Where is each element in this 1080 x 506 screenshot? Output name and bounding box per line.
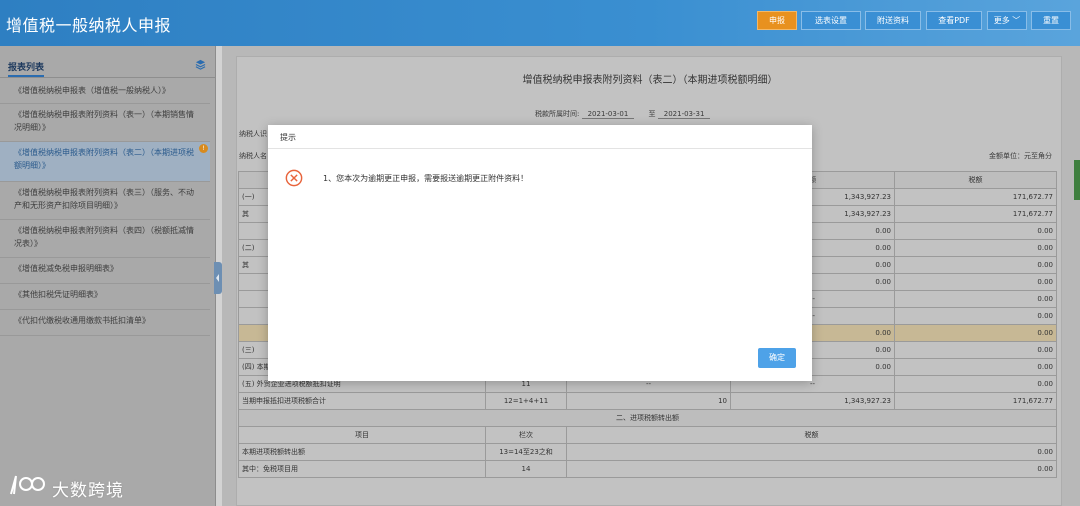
sidebar-item-other-vouchers[interactable]: 《其他扣税凭证明细表》 (0, 284, 210, 310)
cell-tax[interactable]: 171,672.77 (894, 392, 1058, 410)
cell-tax[interactable]: 0.00 (894, 307, 1058, 325)
cell-tax[interactable]: 0.00 (894, 239, 1058, 257)
more-button[interactable]: 更多 ﹀ (987, 11, 1027, 30)
watermark-logo-icon (10, 475, 45, 495)
cell-tax[interactable]: 0.00 (894, 358, 1058, 376)
amount-unit: 金额单位：元至角分 (989, 152, 1052, 160)
warning-badge: ! (199, 144, 208, 153)
section-2-title: 二、进项税额转出额 (237, 409, 1058, 427)
table-row: 本期进项税额转出额 13=14至23之和 0.00 (238, 443, 1058, 461)
cell-col: 13=14至23之和 (485, 443, 567, 461)
period-label: 税款所属时间: (535, 110, 580, 118)
table-row: 其中：免税项目用 14 0.00 (238, 460, 1058, 478)
cell-tax[interactable]: 0.00 (565, 443, 1058, 461)
cell-tax[interactable]: 0.00 (894, 256, 1058, 274)
error-icon (285, 169, 303, 187)
cell-tax[interactable]: 0.00 (894, 341, 1058, 359)
sidebar-item-main-return[interactable]: 《增值税纳税申报表（增值税一般纳税人）》 (0, 80, 210, 104)
cell-amount[interactable]: 1,343,927.23 (730, 392, 896, 410)
section-2-header-row: 项目 栏次 税额 (238, 426, 1058, 444)
sidebar-item-schedule-4[interactable]: 《增值税纳税申报表附列资料（表四）（税额抵减情况表）》 (0, 220, 210, 258)
cell-tax[interactable]: 0.00 (894, 324, 1058, 342)
cell-item: 其中：免税项目用 (238, 460, 486, 478)
sidebar-title: 报表列表 (8, 60, 45, 77)
period-start-field[interactable]: 2021-03-01 (581, 110, 635, 119)
cell-tax[interactable]: 171,672.77 (894, 188, 1058, 206)
cell-tax[interactable]: 0.00 (894, 290, 1058, 308)
declare-button[interactable]: 申报 (757, 11, 797, 30)
period-end-field[interactable]: 2021-03-31 (657, 110, 711, 119)
tax-period: 税款所属时间: 2021-03-01 至 2021-03-31 (535, 109, 711, 119)
section-2-row: 二、进项税额转出额 (237, 409, 1058, 427)
cell-col: 12=1+4+11 (485, 392, 567, 410)
header-tax: 税额 (894, 171, 1058, 189)
sidebar-item-schedule-3[interactable]: 《增值税纳税申报表附列资料（表三）（服务、不动产和无形资产扣除项目明细）》 (0, 182, 210, 220)
select-forms-button[interactable]: 选表设置 (801, 11, 861, 30)
cell-tax[interactable]: 0.00 (894, 222, 1058, 240)
form-title: 增值税纳税申报表附列资料（表二）（本期进项税额明细） (522, 75, 778, 86)
view-pdf-button[interactable]: 查看PDF (926, 11, 982, 30)
sidebar-item-withholding[interactable]: 《代扣代缴税收通用缴款书抵扣清单》 (0, 310, 210, 336)
sidebar-item-schedule-1[interactable]: 《增值税纳税申报表附列资料（表一）（本期销售情况明细）》 (0, 104, 210, 142)
period-separator: 至 (648, 110, 656, 118)
cell-item: 当期申报抵扣进项税额合计 (238, 392, 486, 410)
app-title: 增值税一般纳税人申报 (6, 16, 172, 35)
sec2-header-tax: 税额 (565, 426, 1058, 444)
cell-tax[interactable]: 0.00 (894, 273, 1058, 291)
cell-tax[interactable]: 171,672.77 (894, 205, 1058, 223)
more-label: 更多 (993, 16, 1010, 25)
chevron-down-icon: ﹀ (1012, 16, 1021, 25)
sec2-header-item: 项目 (238, 426, 486, 444)
watermark: 大数跨境 (8, 472, 123, 501)
sidebar-header: 报表列表 (0, 54, 216, 78)
reset-button[interactable]: 重置 (1031, 11, 1071, 30)
cell-tax[interactable]: 0.00 (894, 375, 1058, 393)
prompt-dialog: 提示 1、您本次为逾期更正申报，需要报送逾期更正附件资料！ 确定 (268, 125, 812, 381)
sidebar-item-label: 《增值税纳税申报表附列资料（表二）（本期进项税额明细）》 (14, 148, 194, 170)
taxpayer-id-label: 纳税人识 (239, 130, 267, 138)
sidebar-item-exemption[interactable]: 《增值税减免税申报明细表》 (0, 258, 210, 284)
cell-item: 本期进项税额转出额 (238, 443, 486, 461)
attachments-button[interactable]: 附送资料 (865, 11, 921, 30)
table-row: 当期申报抵扣进项税额合计 12=1+4+11 10 1,343,927.23 171,6… (238, 392, 1058, 410)
cell-count[interactable]: 10 (565, 392, 732, 410)
watermark-text: 大数跨境 (52, 481, 124, 501)
dialog-message: 1、您本次为逾期更正申报，需要报送逾期更正附件资料！ (323, 174, 529, 183)
confirm-button[interactable]: 确定 (758, 348, 796, 368)
taxpayer-name-label: 纳税人名 (239, 152, 267, 160)
sec2-header-col: 栏次 (485, 426, 567, 444)
dialog-title: 提示 (268, 125, 812, 149)
sidebar-collapse-handle[interactable] (214, 262, 222, 294)
app-header: 增值税一般纳税人申报 申报 选表设置 附送资料 查看PDF 更多 ﹀ 重置 (0, 0, 1080, 46)
cell-col: 14 (485, 460, 567, 478)
scrollbar[interactable] (1074, 160, 1080, 200)
sidebar: 报表列表 《增值税纳税申报表（增值税一般纳税人）》 《增值税纳税申报表附列资料（… (0, 46, 216, 506)
layers-icon[interactable] (195, 59, 206, 70)
sidebar-item-schedule-2[interactable]: 《增值税纳税申报表附列资料（表二）（本期进项税额明细）》 ! (0, 142, 210, 182)
cell-tax[interactable]: 0.00 (565, 460, 1058, 478)
